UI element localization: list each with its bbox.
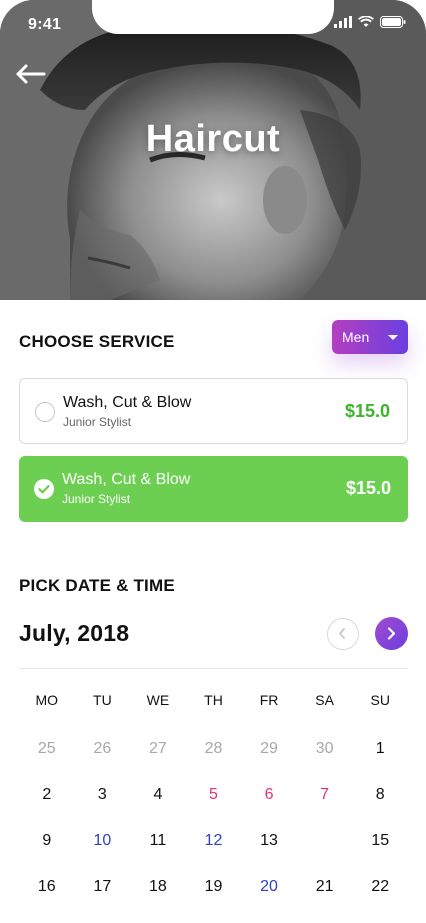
chevron-down-icon — [388, 335, 398, 340]
calendar-day[interactable]: 13 — [241, 818, 297, 864]
calendar-day[interactable]: 25 — [19, 726, 75, 772]
calendar-day[interactable]: 26 — [75, 726, 131, 772]
arrow-left-icon — [16, 64, 46, 84]
calendar-day[interactable]: 27 — [130, 726, 186, 772]
pick-date-heading: PICK DATE & TIME — [19, 576, 175, 595]
device-notch — [92, 0, 334, 34]
status-icons — [334, 16, 406, 28]
service-stylist: Junior Stylist — [62, 492, 131, 506]
calendar-day[interactable]: 1 — [352, 726, 408, 772]
calendar-day[interactable]: 12 — [186, 818, 242, 864]
calendar-day[interactable]: 9 — [19, 818, 75, 864]
calendar-day[interactable]: 20 — [241, 864, 297, 910]
service-price: $15.0 — [344, 401, 390, 421]
calendar-day[interactable]: 10 — [75, 818, 131, 864]
calendar-day[interactable]: 21 — [297, 864, 353, 910]
selected-day-label: 14 — [315, 832, 334, 849]
page-title: Haircut — [145, 118, 281, 160]
radio-button-checked[interactable] — [34, 479, 54, 499]
weekday-label: SU — [370, 692, 390, 708]
service-option-selected[interactable]: Wash, Cut & Blow Junior Stylist $15.0 — [19, 456, 408, 522]
service-name: Wash, Cut & Blow — [63, 394, 192, 411]
weekday-label: SA — [315, 692, 334, 708]
gender-filter-dropdown[interactable]: Men — [332, 320, 408, 354]
service-price: $15.0 — [345, 478, 391, 498]
calendar-day[interactable]: 6 — [241, 772, 297, 818]
weekday-label: WE — [146, 692, 170, 708]
calendar-day[interactable]: 22 — [352, 864, 408, 910]
back-button[interactable] — [16, 62, 48, 86]
calendar-day[interactable]: 28 — [186, 726, 242, 772]
chevron-right-icon — [387, 627, 396, 640]
battery-icon — [380, 16, 406, 28]
calendar-day[interactable]: 7 — [297, 772, 353, 818]
weekday-label: MO — [35, 692, 59, 708]
radio-button[interactable] — [35, 402, 55, 422]
weekday-label: FR — [259, 692, 279, 708]
calendar-month-label: July, 2018 — [19, 620, 130, 646]
calendar-week-row: 2 3 4 5 6 7 8 — [19, 772, 408, 818]
calendar-day[interactable]: 3 — [75, 772, 131, 818]
calendar-day[interactable]: 15 — [352, 818, 408, 864]
calendar-day[interactable]: 5 — [186, 772, 242, 818]
chevron-left-icon — [339, 628, 345, 639]
check-icon — [38, 484, 50, 494]
hero-banner: 9:41 Haircut — [0, 0, 426, 300]
calendar-week-row: 9 10 11 12 13 14 15 — [19, 818, 408, 864]
calendar-day[interactable]: 17 — [75, 864, 131, 910]
calendar-day[interactable]: 18 — [130, 864, 186, 910]
divider — [19, 668, 408, 669]
service-name: Wash, Cut & Blow — [62, 471, 191, 488]
calendar-day[interactable]: 16 — [19, 864, 75, 910]
calendar-week-row: 25 26 27 28 29 30 1 — [19, 726, 408, 772]
signal-icon — [334, 16, 352, 28]
weekday-label: TH — [204, 692, 223, 708]
weekday-header-row: MO TU WE TH FR SA SU — [19, 680, 408, 720]
previous-month-button[interactable] — [327, 618, 359, 650]
choose-service-heading: CHOOSE SERVICE — [19, 332, 175, 351]
calendar-week-row: 16 17 18 19 20 21 22 — [19, 864, 408, 910]
weekday-label: TU — [93, 692, 112, 708]
calendar-day-selected[interactable]: 14 — [297, 818, 353, 864]
calendar-day[interactable]: 29 — [241, 726, 297, 772]
calendar-day[interactable]: 2 — [19, 772, 75, 818]
calendar-grid: MO TU WE TH FR SA SU 25 26 27 28 29 30 1… — [19, 680, 408, 910]
calendar-day[interactable]: 11 — [130, 818, 186, 864]
calendar-day[interactable]: 30 — [297, 726, 353, 772]
service-stylist: Junior Stylist — [63, 415, 132, 429]
wifi-icon — [358, 16, 374, 27]
calendar-day[interactable]: 4 — [130, 772, 186, 818]
service-option[interactable]: Wash, Cut & Blow Junior Stylist $15.0 — [19, 378, 408, 444]
gender-filter-label: Men — [342, 329, 370, 345]
app-screen: 9:41 Haircut CHOOSE SERVICE Men Wash, Cu… — [0, 0, 426, 923]
calendar-day[interactable]: 19 — [186, 864, 242, 910]
status-time: 9:41 — [28, 16, 62, 33]
calendar-day[interactable]: 8 — [352, 772, 408, 818]
next-month-button[interactable] — [375, 617, 408, 650]
